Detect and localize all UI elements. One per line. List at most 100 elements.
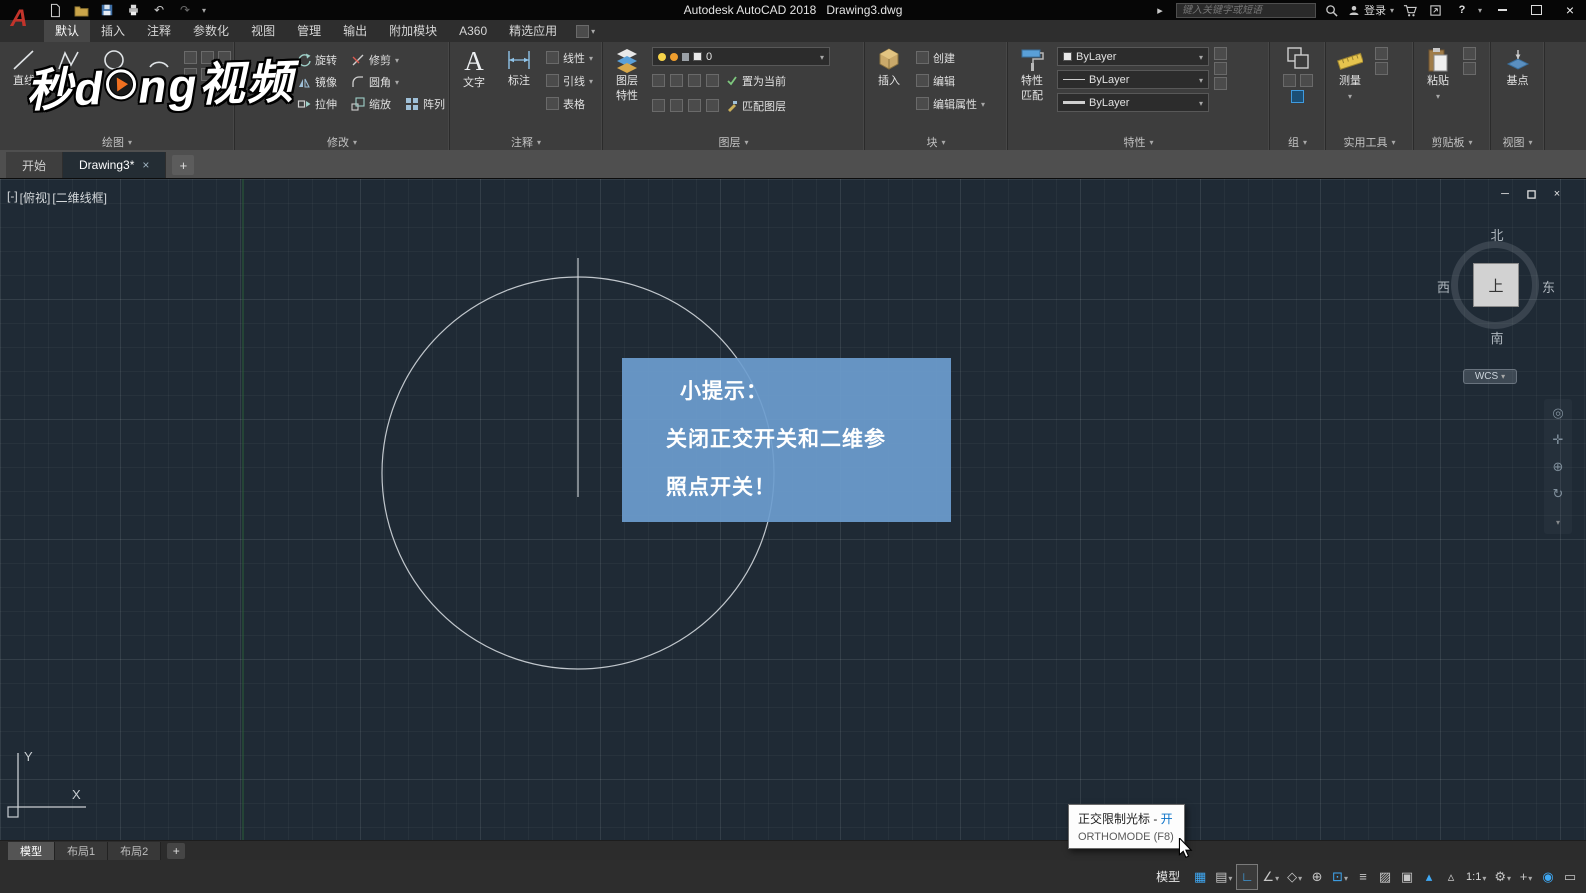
layout-tab-layout1[interactable]: 布局1 <box>55 842 108 860</box>
file-tab-start[interactable]: 开始 <box>6 152 63 178</box>
pan-icon[interactable]: ✛ <box>1553 432 1564 448</box>
ribbon-display-toggle[interactable] <box>568 20 603 42</box>
edit-block-button[interactable]: 编辑 <box>914 70 987 91</box>
tab-addins[interactable]: 附加模块 <box>378 20 448 42</box>
graphics-performance-toggle[interactable]: ◉ <box>1538 865 1558 889</box>
exchange-apps-icon[interactable] <box>1426 2 1446 18</box>
viewcube-south[interactable]: 南 <box>1437 328 1557 347</box>
dimension-button[interactable]: 标注 <box>499 45 539 88</box>
base-view-button[interactable]: 基点 <box>1498 45 1538 88</box>
grid-toggle[interactable]: ▦ <box>1190 865 1210 889</box>
layer-tool-icon[interactable] <box>688 99 701 112</box>
cut-icon[interactable] <box>1463 47 1476 60</box>
panel-label-modify[interactable]: 修改 <box>235 133 449 150</box>
paste-button[interactable]: 粘贴 <box>1418 45 1458 102</box>
leader-button[interactable]: 引线 <box>544 70 595 91</box>
stretch-button[interactable]: 拉伸 <box>295 93 339 114</box>
auto-scale-toggle[interactable]: ▵ <box>1441 865 1461 889</box>
steering-wheel-icon[interactable]: ◎ <box>1552 405 1563 421</box>
tab-insert[interactable]: 插入 <box>90 20 136 42</box>
infocenter-collapse-icon[interactable]: ▸ <box>1150 2 1170 18</box>
layout-tab-model[interactable]: 模型 <box>8 842 55 860</box>
layer-tool-icon[interactable] <box>706 74 719 87</box>
quick-calc-icon[interactable] <box>1375 62 1388 75</box>
copy-icon[interactable] <box>1463 62 1476 75</box>
polar-tracking-toggle[interactable]: ∠ <box>1259 865 1282 889</box>
drawing-restore-icon[interactable] <box>1524 187 1538 201</box>
table-button[interactable]: 表格 <box>544 93 595 114</box>
set-current-layer-button[interactable]: 置为当前 <box>724 70 788 91</box>
viewcube-top-face[interactable]: 上 <box>1473 263 1519 307</box>
restore-button[interactable] <box>1522 1 1550 19</box>
panel-label-groups[interactable]: 组 <box>1270 133 1325 150</box>
object-snap-toggle[interactable]: ⊡ <box>1329 865 1351 889</box>
autocad-logo-menu[interactable]: A <box>0 0 38 38</box>
edit-attributes-button[interactable]: 编辑属性 <box>914 93 987 114</box>
help-icon[interactable]: ? <box>1452 2 1472 18</box>
workspace-switching-button[interactable]: ⚙ <box>1491 865 1514 889</box>
ungroup-icon[interactable] <box>1283 74 1296 87</box>
layer-select-combo[interactable]: 0 <box>652 47 830 66</box>
tab-featured-apps[interactable]: 精选应用 <box>498 20 568 42</box>
match-layer-button[interactable]: 匹配图层 <box>724 95 788 116</box>
app-store-cart-icon[interactable] <box>1400 2 1420 18</box>
properties-list-icon[interactable] <box>1214 47 1227 60</box>
close-button[interactable] <box>1556 1 1584 19</box>
tab-output[interactable]: 输出 <box>332 20 378 42</box>
orbit-icon[interactable]: ↻ <box>1553 486 1564 502</box>
viewcube[interactable]: 北 上 西 东 南 <box>1437 225 1557 347</box>
viewcube-east[interactable]: 东 <box>1542 277 1555 296</box>
viewport-view-control[interactable]: [俯视] <box>20 189 51 206</box>
drawing-close-icon[interactable]: × <box>1550 187 1564 201</box>
transparency-toggle[interactable]: ▨ <box>1375 865 1395 889</box>
new-file-icon[interactable] <box>46 2 64 18</box>
ortho-toggle[interactable]: ∟ <box>1237 865 1257 889</box>
new-drawing-tab-button[interactable]: + <box>172 155 194 175</box>
lineweight-toggle[interactable]: ≡ <box>1353 865 1373 889</box>
object-snap-tracking-toggle[interactable]: ⊕ <box>1307 865 1327 889</box>
close-tab-icon[interactable]: × <box>142 158 149 172</box>
text-button[interactable]: A 文字 <box>454 45 494 90</box>
layer-tool-icon[interactable] <box>670 74 683 87</box>
tab-annotate[interactable]: 注释 <box>136 20 182 42</box>
linear-dim-button[interactable]: 线性 <box>544 47 595 68</box>
panel-label-properties[interactable]: 特性 <box>1008 133 1269 150</box>
trim-button[interactable]: 修剪 <box>349 49 401 70</box>
panel-label-utilities[interactable]: 实用工具 <box>1326 133 1413 150</box>
group-selection-toggle-icon[interactable] <box>1291 90 1304 103</box>
scale-button[interactable]: 缩放 <box>349 93 393 114</box>
navbar-more-icon[interactable] <box>1556 513 1560 528</box>
save-icon[interactable] <box>98 2 116 18</box>
isometric-drafting-toggle[interactable]: ◇ <box>1284 865 1305 889</box>
measure-button[interactable]: 测量 <box>1330 45 1370 102</box>
clean-screen-toggle[interactable]: ▭ <box>1560 865 1580 889</box>
panel-label-draw[interactable]: 绘图 <box>0 133 234 150</box>
viewport-style-control[interactable]: [二维线框] <box>52 189 107 206</box>
layout-tab-layout2[interactable]: 布局2 <box>108 842 161 860</box>
zoom-icon[interactable]: ⊕ <box>1553 459 1564 475</box>
open-file-icon[interactable] <box>72 2 90 18</box>
array-button[interactable]: 阵列 <box>403 93 449 114</box>
insert-block-button[interactable]: 插入 <box>869 45 909 88</box>
tab-view[interactable]: 视图 <box>240 20 286 42</box>
search-icon[interactable] <box>1322 2 1342 18</box>
annotation-scale-button[interactable]: 1:1 <box>1463 865 1489 889</box>
object-color-combo[interactable]: ByLayer <box>1057 47 1209 66</box>
panel-label-block[interactable]: 块 <box>865 133 1007 150</box>
undo-icon[interactable]: ↶ <box>150 2 168 18</box>
layer-tool-icon[interactable] <box>652 99 665 112</box>
qat-customize-icon[interactable] <box>202 4 206 16</box>
redo-icon[interactable]: ↷ <box>176 2 194 18</box>
file-tab-drawing3[interactable]: Drawing3* × <box>63 152 166 178</box>
panel-label-view[interactable]: 视图 <box>1491 133 1544 150</box>
lineweight-combo[interactable]: ByLayer <box>1057 93 1209 112</box>
sign-in-button[interactable]: 登录 <box>1348 2 1394 18</box>
viewcube-west[interactable]: 西 <box>1437 277 1450 296</box>
annotation-visibility-toggle[interactable]: ▴ <box>1419 865 1439 889</box>
selection-cycling-toggle[interactable]: ▣ <box>1397 865 1417 889</box>
panel-label-clipboard[interactable]: 剪贴板 <box>1414 133 1490 150</box>
search-input[interactable] <box>1176 3 1316 18</box>
tab-manage[interactable]: 管理 <box>286 20 332 42</box>
panel-label-annotate[interactable]: 注释 <box>450 133 602 150</box>
properties-transparency-icon[interactable] <box>1214 62 1227 75</box>
